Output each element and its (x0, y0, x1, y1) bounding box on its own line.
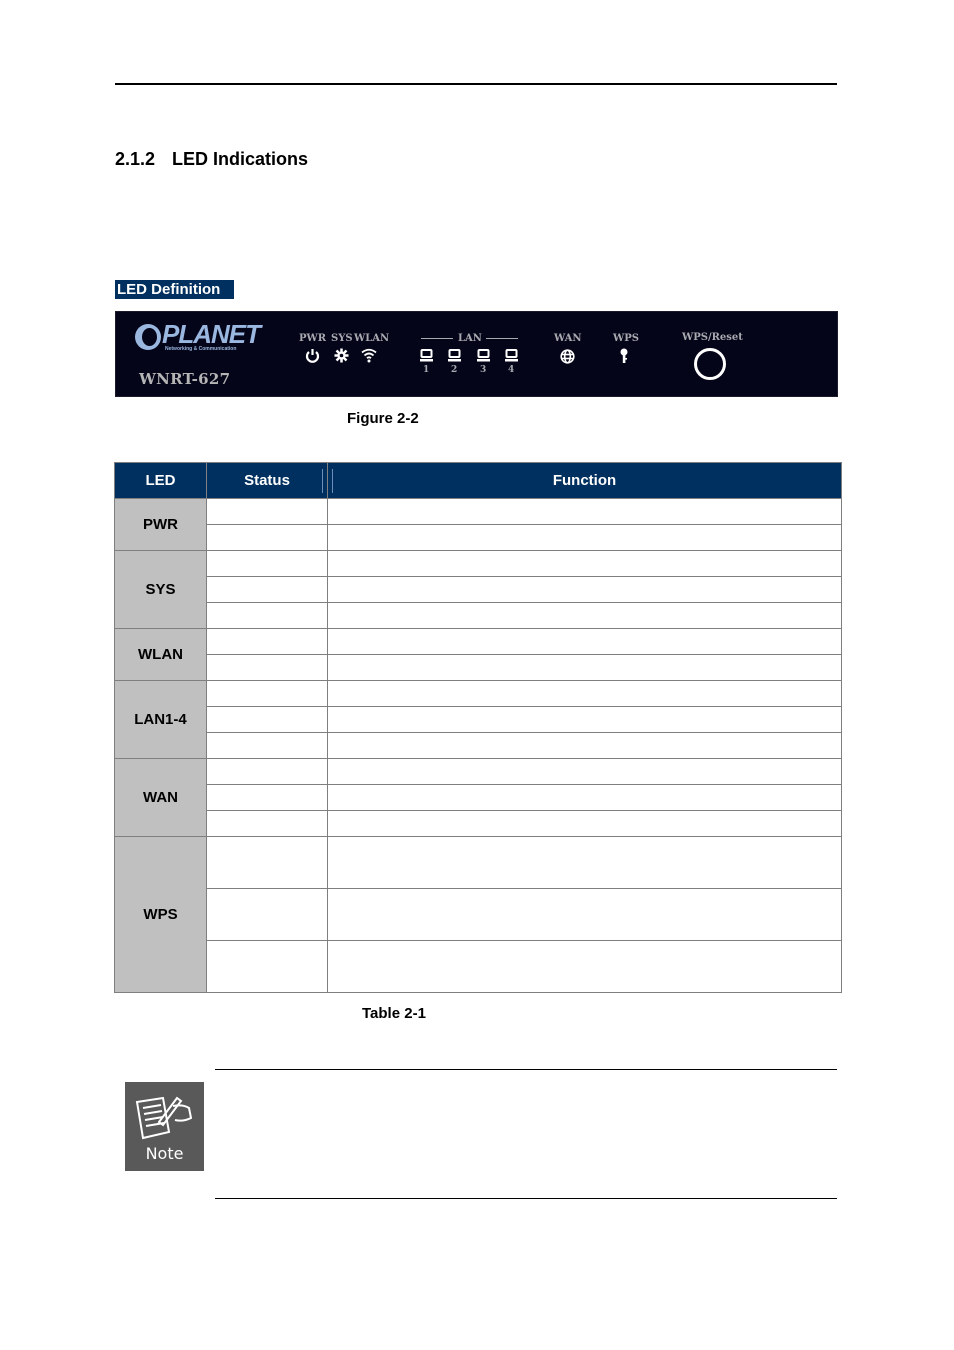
status-cell (206, 602, 328, 629)
gear-icon (334, 348, 349, 368)
planet-logo: PLANET Networking & Communication (135, 319, 261, 353)
status-cell (206, 784, 328, 811)
planet-logo-icon (135, 324, 161, 350)
function-cell (327, 498, 842, 525)
wifi-icon (361, 347, 377, 368)
function-cell (327, 524, 842, 551)
power-icon (305, 348, 320, 368)
status-cell (206, 550, 328, 577)
note-icon: Note (125, 1082, 204, 1171)
wps-reset-label: WPS/Reset (682, 332, 743, 343)
figure-caption: Figure 2-2 (347, 410, 419, 427)
table-row (115, 602, 842, 629)
table-row (115, 784, 842, 811)
column-header-led: LED (114, 462, 207, 499)
status-cell (206, 498, 328, 525)
table-row (115, 732, 842, 759)
sys-label: SYS (331, 333, 353, 344)
function-cell (327, 888, 842, 941)
note-bottom-rule (215, 1198, 837, 1199)
led-cell-wps: WPS (114, 836, 207, 993)
table-row (115, 888, 842, 941)
column-header-status: Status (206, 462, 328, 499)
status-cell (206, 576, 328, 603)
table-row (115, 810, 842, 837)
section-heading: 2.1.2 LED Indications (115, 149, 308, 170)
status-cell (206, 810, 328, 837)
led-cell-pwr: PWR (114, 498, 207, 551)
lan-port-number: 3 (480, 365, 487, 375)
led-cell-sys: SYS (114, 550, 207, 629)
led-cell-wan: WAN (114, 758, 207, 837)
led-indications-table: LED Status Function PWR SYS WLAN LAN1-4 (114, 462, 842, 993)
note-label: Note (145, 1144, 184, 1163)
table-row (115, 940, 842, 993)
led-definition-label: LED Definition (115, 280, 234, 299)
pwr-label: PWR (299, 333, 327, 344)
table-row (115, 654, 842, 681)
router-front-panel-figure: PLANET Networking & Communication WNRT-6… (115, 311, 838, 397)
note-pencil-paper-icon (135, 1096, 193, 1140)
function-cell (327, 758, 842, 785)
status-cell (206, 732, 328, 759)
table-row: WLAN (114, 628, 842, 681)
function-cell (327, 628, 842, 655)
table-row: PWR (114, 498, 842, 551)
function-cell (327, 602, 842, 629)
status-cell (206, 524, 328, 551)
page-header-rule (115, 83, 837, 85)
lan-port-number: 1 (423, 365, 430, 375)
section-number: 2.1.2 (115, 149, 156, 169)
status-cell (206, 758, 328, 785)
table-row: LAN1-4 (114, 680, 842, 759)
status-cell (206, 680, 328, 707)
lan-port-number: 2 (451, 365, 458, 375)
function-cell (327, 732, 842, 759)
function-cell (327, 940, 842, 993)
table-row: WAN (114, 758, 842, 837)
lan-group-line-left (421, 338, 453, 339)
globe-icon (560, 349, 575, 369)
key-icon (619, 348, 629, 369)
wps-label: WPS (613, 333, 639, 344)
status-cell (206, 836, 328, 889)
model-name: WNRT-627 (139, 370, 231, 388)
table-row: SYS (114, 550, 842, 629)
table-caption: Table 2-1 (362, 1005, 426, 1022)
table-header-row: LED Status Function (114, 462, 842, 499)
status-cell (206, 888, 328, 941)
wan-label: WAN (554, 333, 582, 344)
wps-reset-button-icon (694, 348, 726, 380)
function-cell (327, 654, 842, 681)
function-cell (327, 680, 842, 707)
function-cell (327, 810, 842, 837)
function-cell (327, 784, 842, 811)
function-cell (327, 706, 842, 733)
function-cell (327, 550, 842, 577)
status-cell (206, 628, 328, 655)
note-top-rule (215, 1069, 837, 1070)
status-cell (206, 706, 328, 733)
lan-group-line-right (486, 338, 518, 339)
table-row: WPS (114, 836, 842, 993)
status-cell (206, 940, 328, 993)
led-cell-lan: LAN1-4 (114, 680, 207, 759)
column-header-function: Function (327, 462, 842, 499)
function-cell (327, 576, 842, 603)
lan-label: LAN (458, 333, 482, 344)
section-title: LED Indications (172, 149, 309, 169)
lan-port-number: 4 (508, 365, 515, 375)
function-cell (327, 836, 842, 889)
table-row (115, 524, 842, 551)
table-row (115, 706, 842, 733)
table-row (115, 576, 842, 603)
brand-tagline: Networking & Communication (165, 346, 237, 352)
status-cell (206, 654, 328, 681)
wlan-label: WLAN (354, 333, 390, 344)
led-cell-wlan: WLAN (114, 628, 207, 681)
